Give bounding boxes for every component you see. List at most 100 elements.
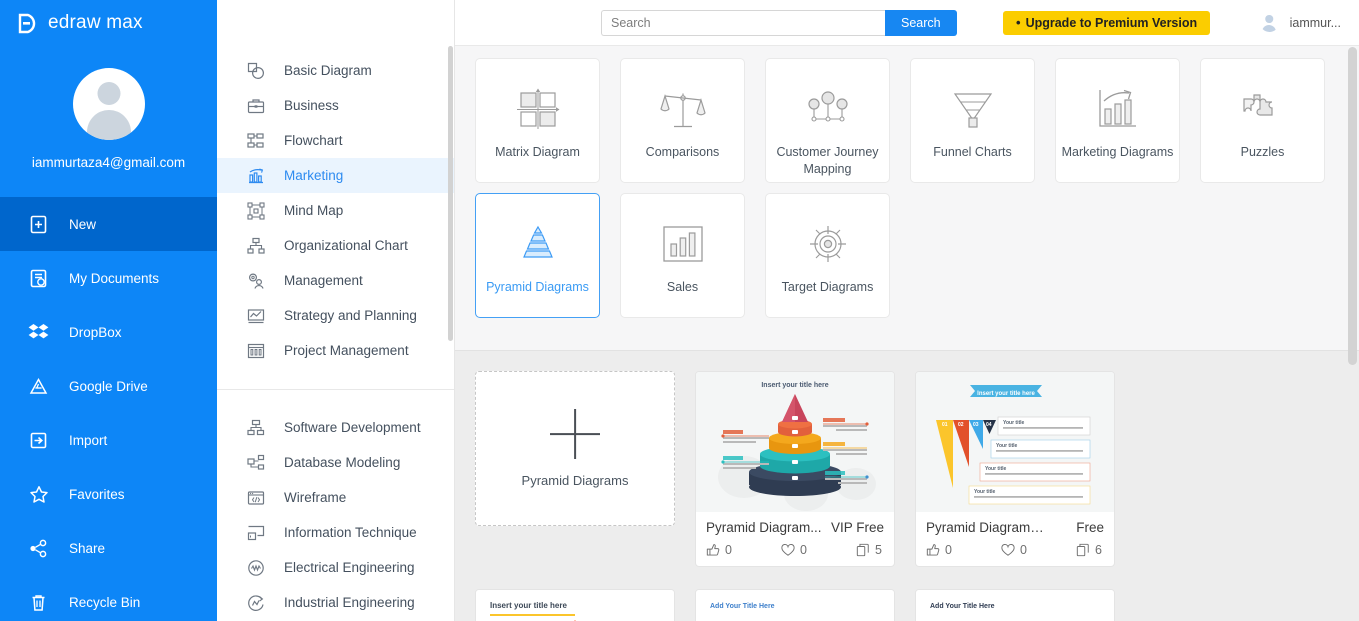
tile-comparisons[interactable]: Comparisons bbox=[620, 58, 745, 183]
upgrade-label: Upgrade to Premium Version bbox=[1025, 15, 1198, 30]
sidebar-item-recycle-bin[interactable]: Recycle Bin bbox=[0, 575, 217, 621]
search-input[interactable] bbox=[601, 9, 885, 36]
svg-text:Your title: Your title bbox=[1003, 420, 1025, 426]
thumbs-up-icon bbox=[926, 544, 940, 556]
avatar[interactable] bbox=[72, 68, 145, 140]
category-item-marketing[interactable]: Marketing bbox=[217, 158, 454, 193]
thumbnail-title: Add Your Title Here bbox=[710, 603, 775, 610]
marketing-diagrams-icon bbox=[1095, 85, 1141, 135]
create-blank-pyramid-card[interactable]: Pyramid Diagrams bbox=[475, 371, 675, 526]
copy-stat[interactable]: 6 bbox=[1076, 543, 1102, 557]
svg-text:Your title: Your title bbox=[996, 443, 1018, 449]
category-item-mind-map[interactable]: Mind Map bbox=[217, 193, 454, 228]
my-documents-icon bbox=[28, 268, 49, 289]
upgrade-to-premium-button[interactable]: • Upgrade to Premium Version bbox=[1003, 10, 1211, 35]
template-card[interactable]: Add Your Title Here bbox=[915, 589, 1115, 621]
marketing-chart-icon bbox=[245, 165, 267, 187]
sidebar-item-my-documents[interactable]: My Documents bbox=[0, 251, 217, 305]
template-card[interactable]: Insert your title here 01 02 03 04 Your … bbox=[915, 371, 1115, 567]
matrix-diagram-icon bbox=[515, 85, 561, 135]
tile-marketing-diagrams[interactable]: Marketing Diagrams bbox=[1055, 58, 1180, 183]
category-item-business[interactable]: Business bbox=[217, 88, 454, 123]
template-price-badge: Free bbox=[1076, 520, 1104, 535]
like-stat[interactable]: 0 bbox=[926, 543, 952, 557]
tile-label: Target Diagrams bbox=[781, 280, 874, 294]
template-thumbnail: Insert your title here 01 02 03 04 Your … bbox=[916, 372, 1114, 512]
category-item-organizational-chart[interactable]: Organizational Chart bbox=[217, 228, 454, 263]
search-button[interactable]: Search bbox=[885, 9, 957, 36]
thumbnail-title: Insert your title here bbox=[490, 601, 567, 610]
template-stats: 0 0 5 bbox=[706, 543, 884, 557]
tile-funnel-charts[interactable]: Funnel Charts bbox=[910, 58, 1035, 183]
tile-label: Sales bbox=[666, 280, 699, 294]
pyramid-icon bbox=[515, 220, 561, 270]
category-item-basic-diagram[interactable]: Basic Diagram bbox=[217, 53, 454, 88]
sidebar-item-dropbox[interactable]: DropBox bbox=[0, 305, 217, 359]
category-item-project-management[interactable]: Project Management bbox=[217, 333, 454, 368]
favorite-stat[interactable]: 0 bbox=[1001, 543, 1027, 557]
import-icon bbox=[28, 430, 49, 451]
category-item-wireframe[interactable]: Wireframe bbox=[217, 480, 454, 515]
category-scrollbar[interactable] bbox=[448, 46, 453, 341]
like-count: 0 bbox=[945, 543, 952, 557]
category-label: Organizational Chart bbox=[284, 238, 408, 253]
scales-icon bbox=[659, 85, 706, 135]
template-card[interactable]: Insert your title here Pyramid Diagram..… bbox=[695, 371, 895, 567]
tile-pyramid-diagrams[interactable]: Pyramid Diagrams bbox=[475, 193, 600, 318]
category-label: Wireframe bbox=[284, 490, 347, 505]
tile-label: Funnel Charts bbox=[933, 145, 1012, 159]
copy-stat[interactable]: 5 bbox=[856, 543, 882, 557]
category-label: Software Development bbox=[284, 420, 421, 435]
like-stat[interactable]: 0 bbox=[706, 543, 732, 557]
tile-label: Puzzles bbox=[1240, 145, 1285, 159]
brand-logo[interactable]: edraw max bbox=[0, 0, 217, 46]
category-item-information-technique[interactable]: Information Technique bbox=[217, 515, 454, 550]
tile-label: Marketing Diagrams bbox=[1061, 145, 1174, 159]
category-item-strategy-and-planning[interactable]: Strategy and Planning bbox=[217, 298, 454, 333]
svg-text:01: 01 bbox=[942, 422, 948, 428]
category-label: Strategy and Planning bbox=[284, 308, 417, 323]
category-label: Project Management bbox=[284, 343, 409, 358]
favorite-stat[interactable]: 0 bbox=[781, 543, 807, 557]
category-label: Management bbox=[284, 273, 363, 288]
user-menu[interactable]: iammur... bbox=[1260, 13, 1341, 32]
template-card[interactable]: Add Your Title Here bbox=[695, 589, 895, 621]
category-item-management[interactable]: Management bbox=[217, 263, 454, 298]
tile-target-diagrams[interactable]: Target Diagrams bbox=[765, 193, 890, 318]
sidebar-item-label: New bbox=[69, 216, 97, 232]
template-thumbnail: Insert your title here bbox=[696, 372, 894, 512]
google-drive-icon bbox=[28, 376, 49, 397]
category-panel: Basic Diagram Business Flowchart Marketi… bbox=[217, 0, 455, 621]
tile-customer-journey-mapping[interactable]: Customer Journey Mapping bbox=[765, 58, 890, 183]
tile-matrix-diagram[interactable]: Matrix Diagram bbox=[475, 58, 600, 183]
account-email: iammurtaza4@gmail.com bbox=[31, 155, 186, 170]
template-card[interactable]: Insert your title here 0102 bbox=[475, 589, 675, 621]
template-meta-top: Pyramid Diagram 16 Free bbox=[926, 520, 1104, 535]
sidebar-item-new[interactable]: New bbox=[0, 197, 217, 251]
template-thumbnail: Insert your title here 0102 bbox=[476, 590, 674, 621]
category-label: Information Technique bbox=[284, 525, 417, 540]
category-item-flowchart[interactable]: Flowchart bbox=[217, 123, 454, 158]
category-item-software-development[interactable]: Software Development bbox=[217, 410, 454, 445]
template-meta-top: Pyramid Diagram... VIP Free bbox=[706, 520, 884, 535]
share-icon bbox=[28, 538, 49, 559]
sidebar-item-import[interactable]: Import bbox=[0, 413, 217, 467]
tile-sales[interactable]: Sales bbox=[620, 193, 745, 318]
heart-icon bbox=[781, 543, 795, 556]
strategy-icon bbox=[245, 305, 267, 327]
tile-label: Pyramid Diagrams bbox=[486, 280, 589, 294]
sidebar-item-favorites[interactable]: Favorites bbox=[0, 467, 217, 521]
sidebar-item-share[interactable]: Share bbox=[0, 521, 217, 575]
svg-text:02: 02 bbox=[958, 422, 964, 428]
project-management-icon bbox=[245, 340, 267, 362]
category-item-database-modeling[interactable]: Database Modeling bbox=[217, 445, 454, 480]
main-scrollbar[interactable] bbox=[1348, 47, 1357, 365]
category-item-industrial-engineering[interactable]: Industrial Engineering bbox=[217, 585, 454, 620]
category-label: Industrial Engineering bbox=[284, 595, 415, 610]
category-item-electrical-engineering[interactable]: Electrical Engineering bbox=[217, 550, 454, 585]
sidebar-item-google-drive[interactable]: Google Drive bbox=[0, 359, 217, 413]
mind-map-icon bbox=[245, 200, 267, 222]
svg-text:04: 04 bbox=[986, 422, 992, 428]
sidebar-item-label: Share bbox=[69, 540, 106, 556]
tile-puzzles[interactable]: Puzzles bbox=[1200, 58, 1325, 183]
